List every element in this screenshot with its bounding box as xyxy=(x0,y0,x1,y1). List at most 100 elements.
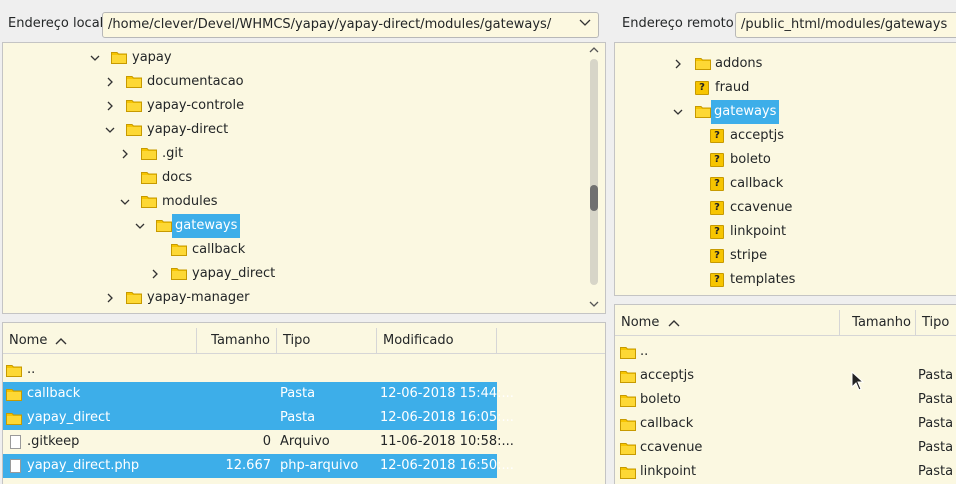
file-modified: 12-06-2018 16:50:... xyxy=(380,458,514,473)
file-type: Pasta xyxy=(918,392,954,407)
scroll-up-arrow-icon[interactable] xyxy=(588,45,600,55)
folder-icon xyxy=(141,172,157,184)
tree-item-label: .git xyxy=(162,146,184,161)
file-name: yapay_direct xyxy=(27,410,111,425)
local-file-list-header: Nome Tamanho Tipo Modificado xyxy=(3,328,605,354)
file-name: callback xyxy=(27,386,81,401)
file-type: php-arquivo xyxy=(280,458,359,473)
tree-item[interactable]: gateways xyxy=(615,100,955,124)
file-name: .gitkeep xyxy=(27,434,80,449)
tree-item[interactable]: addons xyxy=(615,52,955,76)
chevron-right-icon[interactable] xyxy=(105,293,115,303)
tree-item[interactable]: yapay_direct xyxy=(3,262,583,286)
tree-item[interactable]: modules xyxy=(3,190,583,214)
unknown-folder-icon: ? xyxy=(710,177,724,191)
tree-item-label: fraud xyxy=(715,80,750,95)
file-row[interactable]: .. xyxy=(615,340,956,364)
remote-directory-tree[interactable]: addons? fraud gateways? acceptjs? boleto? cal… xyxy=(614,42,956,296)
remote-address-field[interactable]: /public_html/modules/gateways xyxy=(735,12,956,38)
chevron-down-icon[interactable] xyxy=(578,16,592,30)
file-type: Pasta xyxy=(918,464,954,479)
tree-item[interactable]: yapay-direct xyxy=(3,118,583,142)
tree-item-label: callback xyxy=(192,242,246,257)
tree-item[interactable]: callback xyxy=(3,238,583,262)
tree-item[interactable]: ? ccavenue xyxy=(615,196,955,220)
file-name: .. xyxy=(27,362,36,377)
scroll-down-arrow-icon[interactable] xyxy=(588,299,600,309)
tree-item-label: documentacao xyxy=(147,74,244,89)
file-name: .. xyxy=(640,344,649,359)
scrollbar-track[interactable] xyxy=(590,59,598,285)
tree-item[interactable]: yapay-manager xyxy=(3,286,583,310)
file-row[interactable]: callback Pasta 12-06-2018 15:44:... xyxy=(3,382,514,406)
tree-item-label: boleto xyxy=(730,152,771,167)
local-directory-tree[interactable]: yapay documentacao yapay-controle yapay-dir… xyxy=(2,42,606,314)
column-header-size[interactable]: Tamanho xyxy=(197,328,277,354)
file-row[interactable]: yapay_direct.php 12.667 php-arquivo 12-06-2… xyxy=(3,454,514,478)
tree-item[interactable]: yapay xyxy=(3,46,583,70)
chevron-down-icon[interactable] xyxy=(90,53,100,63)
file-row[interactable]: linkpoint Pasta xyxy=(615,460,956,484)
tree-item[interactable]: ? acceptjs xyxy=(615,124,955,148)
tree-item[interactable]: .git xyxy=(3,142,583,166)
chevron-down-icon[interactable] xyxy=(135,221,145,231)
unknown-folder-icon: ? xyxy=(710,249,724,263)
remote-file-list-header: Nome Tamanho Tipo xyxy=(615,310,956,336)
file-icon xyxy=(10,435,21,449)
unknown-folder-icon: ? xyxy=(710,129,724,143)
chevron-right-icon[interactable] xyxy=(150,269,160,279)
chevron-right-icon[interactable] xyxy=(105,77,115,87)
file-row[interactable]: yapay_direct Pasta 12-06-2018 16:05:... xyxy=(3,406,514,430)
file-name: acceptjs xyxy=(640,368,694,383)
file-row[interactable]: acceptjs Pasta xyxy=(615,364,956,388)
file-name: yapay_direct.php xyxy=(27,458,140,473)
chevron-down-icon[interactable] xyxy=(120,197,130,207)
file-row[interactable]: callback Pasta xyxy=(615,412,956,436)
sort-ascending-icon xyxy=(668,320,680,327)
folder-icon xyxy=(156,220,172,232)
column-header-modified[interactable]: Modificado xyxy=(377,328,497,354)
folder-icon xyxy=(620,419,636,431)
column-header-type[interactable]: Tipo xyxy=(916,310,956,336)
tree-item[interactable]: documentacao xyxy=(3,70,583,94)
file-icon xyxy=(10,459,21,473)
file-name: linkpoint xyxy=(640,464,697,479)
scrollbar-thumb[interactable] xyxy=(590,185,598,211)
column-header-name[interactable]: Nome xyxy=(3,328,197,354)
file-row[interactable]: .. xyxy=(3,358,497,382)
tree-item[interactable]: ? callback xyxy=(615,172,955,196)
tree-item[interactable]: ? stripe xyxy=(615,244,955,268)
tree-item[interactable]: ? fraud xyxy=(615,76,955,100)
column-header-type[interactable]: Tipo xyxy=(277,328,377,354)
tree-item[interactable]: docs xyxy=(3,166,583,190)
remote-file-list[interactable]: Nome Tamanho Tipo .. acceptjs Pasta boleto P… xyxy=(614,304,956,484)
column-header-size[interactable]: Tamanho xyxy=(840,310,916,336)
chevron-right-icon[interactable] xyxy=(120,149,130,159)
folder-icon xyxy=(111,52,127,64)
column-header-name[interactable]: Nome xyxy=(615,310,840,336)
local-file-list[interactable]: Nome Tamanho Tipo Modificado .. callback P… xyxy=(2,322,606,484)
tree-item-label: linkpoint xyxy=(730,224,787,239)
tree-item[interactable]: ? templates xyxy=(615,268,955,292)
file-type: Pasta xyxy=(918,416,954,431)
folder-icon xyxy=(141,148,157,160)
file-row[interactable]: .gitkeep 0 Arquivo 11-06-2018 10:58:... xyxy=(3,430,514,454)
chevron-right-icon[interactable] xyxy=(105,101,115,111)
file-size: 12.667 xyxy=(225,458,272,473)
folder-icon xyxy=(620,467,636,479)
chevron-right-icon[interactable] xyxy=(673,59,683,69)
local-address-field[interactable]: /home/clever/Devel/WHMCS/yapay/yapay-dir… xyxy=(102,12,599,38)
tree-item[interactable]: yapay-controle xyxy=(3,94,583,118)
file-row[interactable]: boleto Pasta xyxy=(615,388,956,412)
chevron-down-icon[interactable] xyxy=(673,107,683,117)
tree-item[interactable]: ? boleto xyxy=(615,148,955,172)
tree-item[interactable]: gateways xyxy=(3,214,583,238)
file-row[interactable]: ccavenue Pasta xyxy=(615,436,956,460)
remote-address-value: /public_html/modules/gateways xyxy=(741,17,948,32)
tree-item-label: gateways xyxy=(711,100,780,124)
unknown-folder-icon: ? xyxy=(710,153,724,167)
unknown-folder-icon: ? xyxy=(710,201,724,215)
folder-icon xyxy=(620,347,636,359)
chevron-down-icon[interactable] xyxy=(105,125,115,135)
tree-item[interactable]: ? linkpoint xyxy=(615,220,955,244)
